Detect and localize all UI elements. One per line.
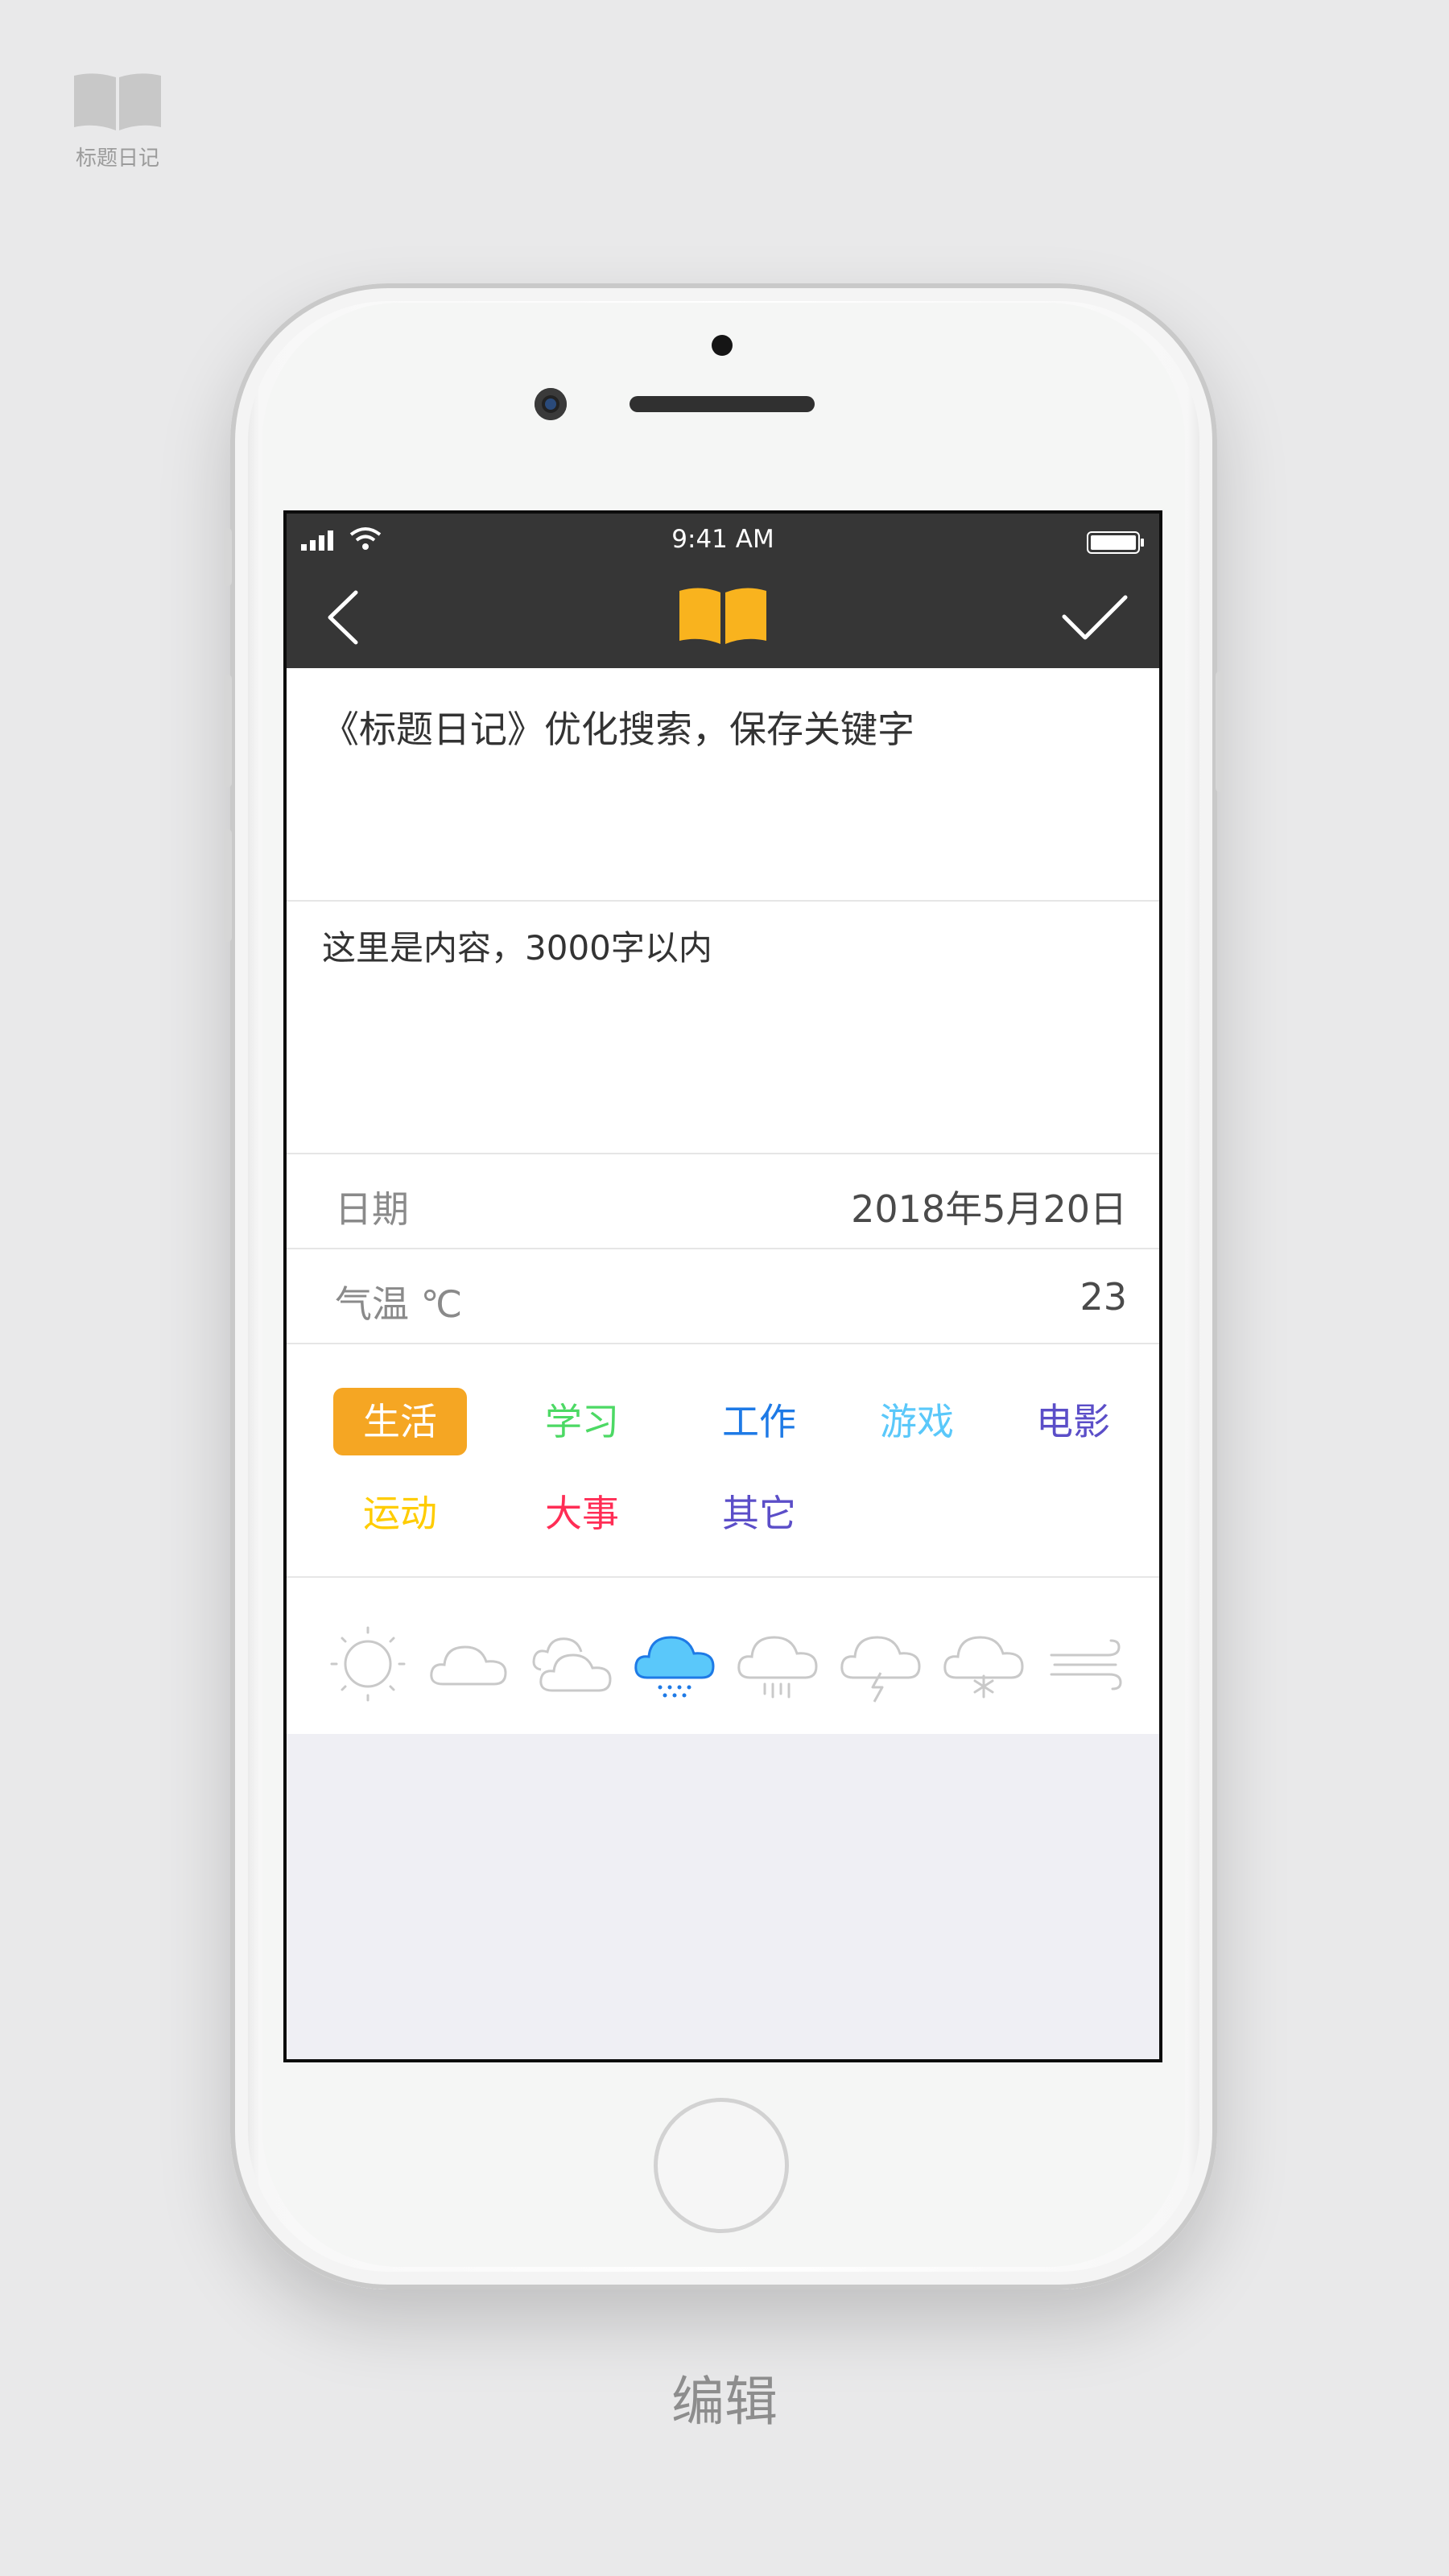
temperature-row[interactable]: 气温 ℃ 23 bbox=[287, 1249, 1159, 1344]
date-row[interactable]: 日期 2018年5月20日 bbox=[287, 1154, 1159, 1249]
earpiece-speaker bbox=[630, 396, 815, 412]
overcast-icon[interactable] bbox=[528, 1620, 617, 1708]
mute-switch bbox=[224, 528, 232, 586]
temperature-value[interactable]: 23 bbox=[1080, 1275, 1127, 1319]
wind-icon[interactable] bbox=[1043, 1620, 1132, 1708]
tag-study[interactable]: 学习 bbox=[515, 1388, 649, 1455]
power-button bbox=[1216, 671, 1224, 792]
tag-games[interactable]: 游戏 bbox=[850, 1388, 984, 1455]
open-book-icon bbox=[679, 588, 766, 644]
title-field[interactable]: 《标题日记》优化搜索，保存关键字 bbox=[287, 668, 1159, 902]
volume-up-button bbox=[224, 675, 232, 787]
content-field[interactable]: 这里是内容，3000字以内 bbox=[287, 902, 1159, 1154]
proximity-sensor bbox=[712, 335, 733, 356]
heavy-rain-icon[interactable] bbox=[734, 1620, 823, 1708]
tag-work[interactable]: 工作 bbox=[692, 1388, 826, 1455]
brand-label: 标题日记 bbox=[75, 147, 159, 171]
app-screen: 9:41 AM 《标题日记》优化搜索，保存关键字 这里是内容，3000字以内 日… bbox=[283, 510, 1162, 2062]
battery-icon bbox=[1087, 531, 1144, 554]
chevron-left-icon[interactable] bbox=[325, 589, 361, 646]
thunderstorm-icon[interactable] bbox=[837, 1620, 926, 1708]
navigation-bar: 9:41 AM bbox=[287, 514, 1159, 668]
entry-content[interactable]: 这里是内容，3000字以内 bbox=[322, 921, 712, 970]
weather-picker bbox=[287, 1578, 1159, 1734]
tag-life[interactable]: 生活 bbox=[333, 1388, 467, 1455]
tag-events[interactable]: 大事 bbox=[515, 1480, 649, 1547]
temperature-label: 气温 ℃ bbox=[335, 1282, 463, 1326]
tag-movies[interactable]: 电影 bbox=[1006, 1388, 1140, 1455]
checkmark-icon[interactable] bbox=[1061, 592, 1129, 642]
light-rain-icon[interactable] bbox=[631, 1620, 720, 1708]
status-bar: 9:41 AM bbox=[287, 514, 1159, 567]
status-time: 9:41 AM bbox=[671, 525, 774, 554]
tag-sports[interactable]: 运动 bbox=[333, 1480, 467, 1547]
date-value[interactable]: 2018年5月20日 bbox=[851, 1180, 1127, 1233]
date-label: 日期 bbox=[335, 1187, 409, 1231]
brand-mark: 标题日记 bbox=[71, 71, 164, 171]
page-caption: 编辑 bbox=[671, 2371, 778, 2433]
tag-other[interactable]: 其它 bbox=[692, 1480, 826, 1547]
sunny-icon[interactable] bbox=[324, 1620, 412, 1708]
category-tags: 生活 学习 工作 游戏 电影 运动 大事 其它 bbox=[287, 1344, 1159, 1578]
cloudy-icon[interactable] bbox=[425, 1620, 514, 1708]
book-icon bbox=[74, 73, 161, 130]
home-button[interactable] bbox=[654, 2098, 789, 2233]
front-camera bbox=[535, 388, 567, 420]
snow-icon[interactable] bbox=[940, 1620, 1029, 1708]
entry-title[interactable]: 《标题日记》优化搜索，保存关键字 bbox=[322, 700, 914, 753]
volume-down-button bbox=[224, 829, 232, 942]
